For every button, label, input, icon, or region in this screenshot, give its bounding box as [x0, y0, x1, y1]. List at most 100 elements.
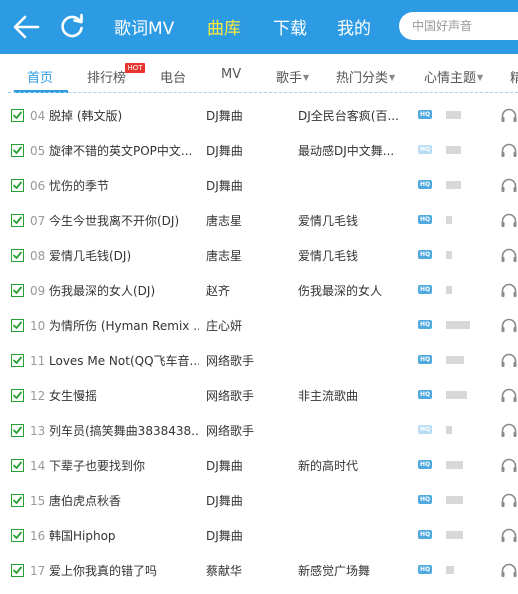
song-artist[interactable]: 唐志星 — [206, 213, 286, 229]
song-title[interactable]: 爱情几毛钱(DJ) — [49, 248, 199, 264]
chevron-down-icon: ▼ — [303, 73, 310, 82]
song-artist[interactable]: DJ舞曲 — [206, 143, 286, 159]
subnav-home[interactable]: 首页 — [27, 67, 53, 86]
song-title[interactable]: 旋律不错的英文POP中文... — [49, 143, 199, 159]
song-checkbox[interactable] — [11, 144, 24, 157]
tab-lyrics-mv[interactable]: 歌词MV — [114, 14, 174, 39]
popularity-bar — [446, 321, 470, 329]
song-album[interactable]: 爱情几毛钱 — [298, 248, 408, 264]
song-album[interactable]: 爱情几毛钱 — [298, 213, 408, 229]
song-title[interactable]: 忧伤的季节 — [49, 178, 199, 194]
song-album[interactable]: DJ全民台客疯(百... — [298, 108, 408, 124]
song-checkbox[interactable] — [11, 494, 24, 507]
song-title[interactable]: 今生今世我离不开你(DJ) — [49, 213, 199, 229]
back-arrow-icon[interactable] — [10, 11, 42, 43]
tab-library[interactable]: 曲库 — [207, 14, 241, 39]
song-album[interactable]: 新的高时代 — [298, 458, 408, 474]
headphones-icon[interactable] — [500, 422, 518, 438]
song-artist[interactable]: 赵齐 — [206, 283, 286, 299]
song-row[interactable]: 17 爱上你我真的错了吗 蔡献华 新感觉广场舞 HQ — [0, 553, 518, 588]
song-title[interactable]: 为情所伤 (Hyman Remix ... — [49, 318, 199, 334]
song-checkbox[interactable] — [11, 424, 24, 437]
song-row[interactable]: 05 旋律不错的英文POP中文... DJ舞曲 最动感DJ中文舞... HQ — [0, 133, 518, 168]
tab-mine[interactable]: 我的 — [337, 14, 371, 39]
song-number: 06 — [30, 179, 46, 193]
song-title[interactable]: 爱上你我真的错了吗 — [49, 563, 199, 579]
song-row[interactable]: 11 Loves Me Not(QQ飞车音... 网络歌手 HQ — [0, 343, 518, 378]
tab-download[interactable]: 下载 — [273, 14, 307, 39]
song-artist[interactable]: 网络歌手 — [206, 388, 286, 404]
song-artist[interactable]: 庄心妍 — [206, 318, 286, 334]
headphones-icon[interactable] — [500, 107, 518, 123]
song-checkbox[interactable] — [11, 214, 24, 227]
song-album[interactable]: 新感觉广场舞 — [298, 563, 408, 579]
subnav-charts[interactable]: 排行榜 — [87, 67, 126, 86]
subnav-mood-themes[interactable]: 心情主题▼ — [424, 67, 483, 86]
popularity-bar — [446, 286, 452, 294]
song-checkbox[interactable] — [11, 179, 24, 192]
search-input[interactable] — [399, 12, 518, 40]
song-artist[interactable]: DJ舞曲 — [206, 108, 286, 124]
song-artist[interactable]: 唐志星 — [206, 248, 286, 264]
subnav-singers[interactable]: 歌手▼ — [276, 67, 309, 86]
song-row[interactable]: 13 列车员(搞笑舞曲3838438... 网络歌手 HQ — [0, 413, 518, 448]
song-title[interactable]: 脱掉 (韩文版) — [49, 108, 199, 124]
song-title[interactable]: 韩国Hiphop — [49, 528, 199, 544]
subnav-hot-categories[interactable]: 热门分类▼ — [336, 67, 395, 86]
headphones-icon[interactable] — [500, 212, 518, 228]
headphones-icon[interactable] — [500, 457, 518, 473]
song-row[interactable]: 07 今生今世我离不开你(DJ) 唐志星 爱情几毛钱 HQ — [0, 203, 518, 238]
song-artist[interactable]: DJ舞曲 — [206, 458, 286, 474]
song-checkbox[interactable] — [11, 319, 24, 332]
song-checkbox[interactable] — [11, 109, 24, 122]
song-list: 04 脱掉 (韩文版) DJ舞曲 DJ全民台客疯(百... HQ 05 旋律不错的英文POP… — [0, 98, 518, 588]
song-row[interactable]: 15 唐伯虎点秋香 DJ舞曲 HQ — [0, 483, 518, 518]
song-checkbox[interactable] — [11, 389, 24, 402]
song-album[interactable]: 非主流歌曲 — [298, 388, 408, 404]
song-album[interactable]: 最动感DJ中文舞... — [298, 143, 408, 159]
song-checkbox[interactable] — [11, 459, 24, 472]
song-artist[interactable]: DJ舞曲 — [206, 528, 286, 544]
headphones-icon[interactable] — [500, 317, 518, 333]
hq-badge: HQ — [418, 180, 432, 189]
song-title[interactable]: 下辈子也要找到你 — [49, 458, 199, 474]
song-artist[interactable]: 网络歌手 — [206, 423, 286, 439]
song-artist[interactable]: 蔡献华 — [206, 563, 286, 579]
song-title[interactable]: 女生慢摇 — [49, 388, 199, 404]
sub-navigation: 首页 排行榜 HOT 电台 MV 歌手▼ 热门分类▼ 心情主题▼ 精 — [0, 54, 518, 94]
headphones-icon[interactable] — [500, 562, 518, 578]
headphones-icon[interactable] — [500, 492, 518, 508]
headphones-icon[interactable] — [500, 142, 518, 158]
song-checkbox[interactable] — [11, 284, 24, 297]
song-checkbox[interactable] — [11, 529, 24, 542]
song-artist[interactable]: 网络歌手 — [206, 353, 286, 369]
song-checkbox[interactable] — [11, 564, 24, 577]
headphones-icon[interactable] — [500, 387, 518, 403]
song-title[interactable]: 列车员(搞笑舞曲3838438... — [49, 423, 199, 439]
subnav-radio[interactable]: 电台 — [160, 67, 186, 86]
song-title[interactable]: 伤我最深的女人(DJ) — [49, 283, 199, 299]
song-checkbox[interactable] — [11, 354, 24, 367]
song-row[interactable]: 10 为情所伤 (Hyman Remix ... 庄心妍 HQ — [0, 308, 518, 343]
song-checkbox[interactable] — [11, 249, 24, 262]
song-title[interactable]: 唐伯虎点秋香 — [49, 493, 199, 509]
song-row[interactable]: 04 脱掉 (韩文版) DJ舞曲 DJ全民台客疯(百... HQ — [0, 98, 518, 133]
song-title[interactable]: Loves Me Not(QQ飞车音... — [49, 353, 199, 369]
headphones-icon[interactable] — [500, 177, 518, 193]
song-row[interactable]: 09 伤我最深的女人(DJ) 赵齐 伤我最深的女人 HQ — [0, 273, 518, 308]
song-row[interactable]: 16 韩国Hiphop DJ舞曲 HQ — [0, 518, 518, 553]
refresh-icon[interactable] — [56, 11, 88, 43]
song-row[interactable]: 12 女生慢摇 网络歌手 非主流歌曲 HQ — [0, 378, 518, 413]
song-row[interactable]: 06 忧伤的季节 DJ舞曲 HQ — [0, 168, 518, 203]
song-artist[interactable]: DJ舞曲 — [206, 493, 286, 509]
subnav-mv[interactable]: MV — [221, 67, 241, 82]
headphones-icon[interactable] — [500, 352, 518, 368]
subnav-featured[interactable]: 精 — [510, 67, 518, 86]
song-row[interactable]: 08 爱情几毛钱(DJ) 唐志星 爱情几毛钱 HQ — [0, 238, 518, 273]
song-album[interactable]: 伤我最深的女人 — [298, 283, 408, 299]
headphones-icon[interactable] — [500, 247, 518, 263]
headphones-icon[interactable] — [500, 282, 518, 298]
song-artist[interactable]: DJ舞曲 — [206, 178, 286, 194]
song-row[interactable]: 14 下辈子也要找到你 DJ舞曲 新的高时代 HQ — [0, 448, 518, 483]
headphones-icon[interactable] — [500, 527, 518, 543]
